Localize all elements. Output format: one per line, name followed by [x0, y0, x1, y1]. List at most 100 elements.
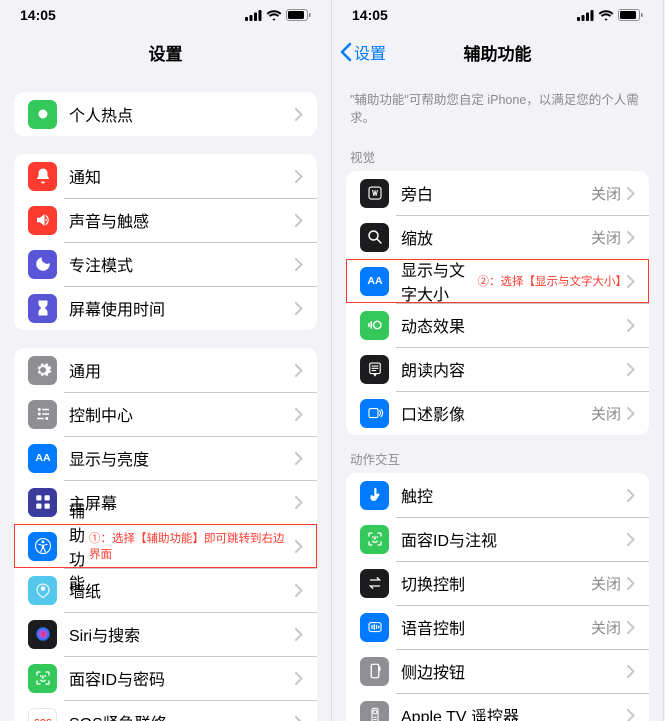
row-sound[interactable]: 声音与触感	[14, 198, 317, 242]
row-general[interactable]: 通用	[14, 348, 317, 392]
chevron-icon	[295, 364, 303, 377]
appletv-icon	[360, 701, 389, 721]
row-label: Siri与搜索	[69, 622, 295, 646]
motion-icon	[360, 311, 389, 340]
wallpaper-icon	[28, 576, 57, 605]
back-label: 设置	[354, 40, 386, 64]
sos-icon: SOS	[28, 708, 57, 721]
row-spoken[interactable]: 朗读内容	[346, 347, 649, 391]
touch-icon	[360, 481, 389, 510]
row-label: 面容ID与密码	[69, 666, 295, 690]
group-header-vision: 视觉	[346, 133, 649, 171]
annotation: ①：选择【辅助功能】即可跳转到右边界面	[89, 530, 295, 562]
textsize-icon: AA	[360, 267, 389, 296]
switch-icon	[360, 569, 389, 598]
row-label: SOS紧急联络	[69, 710, 295, 721]
content-scroll[interactable]: 个人热点 通知声音与触感专注模式屏幕使用时间 通用控制中心 AA显示与亮度主屏幕辅…	[0, 74, 331, 721]
row-focus[interactable]: 专注模式	[14, 242, 317, 286]
row-faceid[interactable]: 面容ID与密码	[14, 656, 317, 700]
chevron-icon	[295, 214, 303, 227]
general-icon	[28, 356, 57, 385]
row-label: 面容ID与注视	[401, 527, 627, 551]
page-title: 辅助功能	[464, 40, 532, 65]
row-siri[interactable]: Siri与搜索	[14, 612, 317, 656]
row-notifications[interactable]: 通知	[14, 154, 317, 198]
navbar: 设置	[0, 30, 331, 74]
chevron-icon	[627, 231, 635, 244]
row-voiceover[interactable]: 旁白关闭	[346, 171, 649, 215]
content-scroll[interactable]: "辅助功能"可帮助您自定 iPhone，以满足您的个人需求。 视觉 旁白关闭缩放…	[332, 74, 663, 721]
chevron-icon	[627, 621, 635, 634]
chevron-icon	[295, 108, 303, 121]
row-audiodesc[interactable]: 口述影像关闭	[346, 391, 649, 435]
row-accessibility[interactable]: 辅助功能①：选择【辅助功能】即可跳转到右边界面	[14, 524, 317, 568]
group-hotspot: 个人热点	[14, 92, 317, 136]
svg-text:AA: AA	[35, 452, 51, 464]
group-motor: 触控面容ID与注视切换控制关闭语音控制关闭侧边按钮Apple TV 遥控器指针控…	[346, 473, 649, 721]
row-label: 墙纸	[69, 578, 295, 602]
status-time: 14:05	[352, 7, 388, 23]
status-bar: 14:05	[0, 0, 331, 30]
row-value: 关闭	[591, 183, 621, 204]
row-screentime[interactable]: 屏幕使用时间	[14, 286, 317, 330]
row-value: 关闭	[591, 227, 621, 248]
faceatt-icon	[360, 525, 389, 554]
chevron-icon	[295, 170, 303, 183]
page-title: 设置	[149, 40, 183, 65]
description-text: "辅助功能"可帮助您自定 iPhone，以满足您的个人需求。	[346, 74, 649, 133]
row-label: 侧边按钮	[401, 659, 627, 683]
row-motion[interactable]: 动态效果	[346, 303, 649, 347]
row-textsize[interactable]: AA显示与文字大小②：选择【显示与文字大小】	[346, 259, 649, 303]
svg-text:AA: AA	[367, 275, 383, 287]
chevron-icon	[295, 258, 303, 271]
row-zoom[interactable]: 缩放关闭	[346, 215, 649, 259]
row-label: 控制中心	[69, 402, 295, 426]
row-appletv[interactable]: Apple TV 遥控器	[346, 693, 649, 721]
row-control[interactable]: 控制中心	[14, 392, 317, 436]
display-icon: AA	[28, 444, 57, 473]
battery-icon	[618, 9, 643, 21]
row-sos[interactable]: SOS SOS紧急联络	[14, 700, 317, 721]
voicectrl-icon	[360, 613, 389, 642]
row-faceatt[interactable]: 面容ID与注视	[346, 517, 649, 561]
group-header-motor: 动作交互	[346, 435, 649, 473]
chevron-icon	[627, 709, 635, 721]
row-label: 切换控制	[401, 571, 591, 595]
wifi-icon	[266, 10, 282, 21]
row-label: 缩放	[401, 225, 591, 249]
sound-icon	[28, 206, 57, 235]
group-general: 通用控制中心 AA显示与亮度主屏幕辅助功能①：选择【辅助功能】即可跳转到右边界面墙…	[14, 348, 317, 721]
chevron-icon	[295, 540, 303, 553]
row-label: 专注模式	[69, 252, 295, 276]
chevron-icon	[627, 363, 635, 376]
row-value: 关闭	[591, 617, 621, 638]
focus-icon	[28, 250, 57, 279]
row-wallpaper[interactable]: 墙纸	[14, 568, 317, 612]
row-sidebutton[interactable]: 侧边按钮	[346, 649, 649, 693]
row-switch[interactable]: 切换控制关闭	[346, 561, 649, 605]
row-hotspot[interactable]: 个人热点	[14, 92, 317, 136]
row-label: 屏幕使用时间	[69, 296, 295, 320]
back-button[interactable]: 设置	[340, 40, 386, 64]
row-voicectrl[interactable]: 语音控制关闭	[346, 605, 649, 649]
chevron-icon	[295, 584, 303, 597]
back-chevron-icon	[340, 42, 352, 62]
row-label: 朗读内容	[401, 357, 627, 381]
chevron-icon	[295, 496, 303, 509]
row-touch[interactable]: 触控	[346, 473, 649, 517]
group-vision: 旁白关闭缩放关闭AA显示与文字大小②：选择【显示与文字大小】动态效果朗读内容口述…	[346, 171, 649, 435]
chevron-icon	[627, 577, 635, 590]
phone-accessibility: 14:05 设置 辅助功能 "辅助功能"可帮助您自定 iPhone，以满足您的个…	[332, 0, 664, 721]
row-home[interactable]: 主屏幕	[14, 480, 317, 524]
phone-settings: 14:05 设置 个人热点 通知声音与触感专注模式屏幕使用时间 通用控制中心 AA…	[0, 0, 332, 721]
home-icon	[28, 488, 57, 517]
cellular-icon	[245, 10, 262, 21]
row-display[interactable]: AA显示与亮度	[14, 436, 317, 480]
row-label: 口述影像	[401, 401, 591, 425]
chevron-icon	[627, 533, 635, 546]
row-label: Apple TV 遥控器	[401, 703, 627, 721]
row-label: 主屏幕	[69, 490, 295, 514]
status-bar: 14:05	[332, 0, 663, 30]
notifications-icon	[28, 162, 57, 191]
row-label: 通用	[69, 358, 295, 382]
